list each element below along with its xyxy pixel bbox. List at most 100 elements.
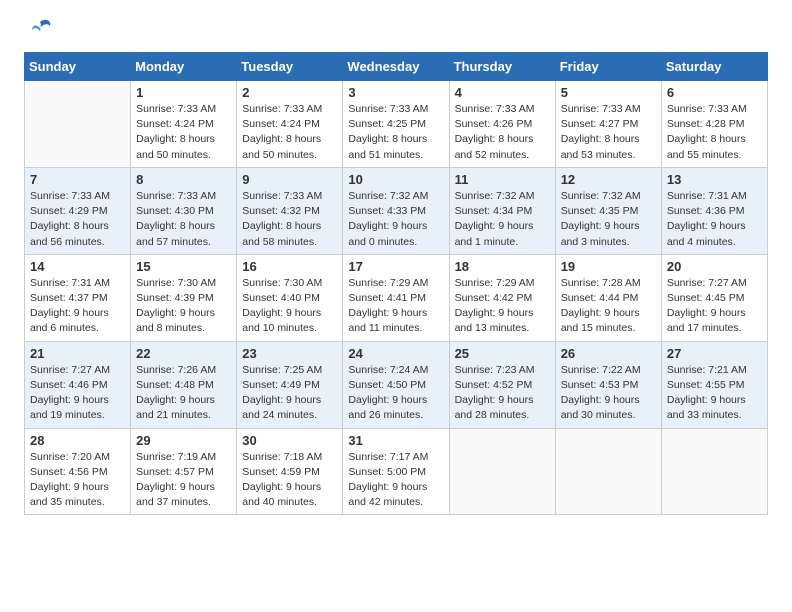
day-info: Sunrise: 7:33 AM Sunset: 4:25 PM Dayligh… <box>348 102 443 163</box>
calendar-cell: 28 Sunrise: 7:20 AM Sunset: 4:56 PM Dayli… <box>25 428 131 515</box>
header-day-thursday: Thursday <box>449 53 555 81</box>
day-info: Sunrise: 7:22 AM Sunset: 4:53 PM Dayligh… <box>561 363 656 424</box>
day-number: 2 <box>242 85 337 100</box>
day-number: 5 <box>561 85 656 100</box>
day-number: 24 <box>348 346 443 361</box>
calendar-cell: 13 Sunrise: 7:31 AM Sunset: 4:36 PM Dayli… <box>661 167 767 254</box>
day-number: 4 <box>455 85 550 100</box>
header-day-saturday: Saturday <box>661 53 767 81</box>
calendar-cell <box>449 428 555 515</box>
day-number: 28 <box>30 433 125 448</box>
calendar-cell: 6 Sunrise: 7:33 AM Sunset: 4:28 PM Daylig… <box>661 81 767 168</box>
day-info: Sunrise: 7:23 AM Sunset: 4:52 PM Dayligh… <box>455 363 550 424</box>
day-info: Sunrise: 7:18 AM Sunset: 4:59 PM Dayligh… <box>242 450 337 511</box>
calendar-table: SundayMondayTuesdayWednesdayThursdayFrid… <box>24 52 768 515</box>
day-number: 3 <box>348 85 443 100</box>
calendar-week-row: 21Sunrise: 7:27 AM Sunset: 4:46 PM Dayli… <box>25 341 768 428</box>
calendar-cell: 12Sunrise: 7:32 AM Sunset: 4:35 PM Dayli… <box>555 167 661 254</box>
day-number: 18 <box>455 259 550 274</box>
calendar-week-row: 1Sunrise: 7:33 AM Sunset: 4:24 PM Daylig… <box>25 81 768 168</box>
day-number: 17 <box>348 259 443 274</box>
calendar-cell: 20 Sunrise: 7:27 AM Sunset: 4:45 PM Dayli… <box>661 254 767 341</box>
calendar-cell: 14 Sunrise: 7:31 AM Sunset: 4:37 PM Dayli… <box>25 254 131 341</box>
day-info: Sunrise: 7:20 AM Sunset: 4:56 PM Dayligh… <box>30 450 125 511</box>
calendar-cell: 5 Sunrise: 7:33 AM Sunset: 4:27 PM Daylig… <box>555 81 661 168</box>
day-number: 22 <box>136 346 231 361</box>
day-info: Sunrise: 7:32 AM Sunset: 4:35 PM Dayligh… <box>561 189 656 250</box>
day-number: 6 <box>667 85 762 100</box>
calendar-cell: 30 Sunrise: 7:18 AM Sunset: 4:59 PM Dayli… <box>237 428 343 515</box>
day-info: Sunrise: 7:30 AM Sunset: 4:39 PM Dayligh… <box>136 276 231 337</box>
day-info: Sunrise: 7:33 AM Sunset: 4:32 PM Dayligh… <box>242 189 337 250</box>
calendar-week-row: 28 Sunrise: 7:20 AM Sunset: 4:56 PM Dayli… <box>25 428 768 515</box>
page-header <box>24 20 768 44</box>
day-info: Sunrise: 7:21 AM Sunset: 4:55 PM Dayligh… <box>667 363 762 424</box>
day-number: 1 <box>136 85 231 100</box>
calendar-cell: 11Sunrise: 7:32 AM Sunset: 4:34 PM Dayli… <box>449 167 555 254</box>
day-number: 27 <box>667 346 762 361</box>
day-info: Sunrise: 7:29 AM Sunset: 4:41 PM Dayligh… <box>348 276 443 337</box>
calendar-cell: 8 Sunrise: 7:33 AM Sunset: 4:30 PM Daylig… <box>131 167 237 254</box>
day-info: Sunrise: 7:33 AM Sunset: 4:28 PM Dayligh… <box>667 102 762 163</box>
calendar-cell: 21Sunrise: 7:27 AM Sunset: 4:46 PM Dayli… <box>25 341 131 428</box>
logo <box>24 20 54 44</box>
header-day-tuesday: Tuesday <box>237 53 343 81</box>
day-number: 20 <box>667 259 762 274</box>
calendar-week-row: 14 Sunrise: 7:31 AM Sunset: 4:37 PM Dayli… <box>25 254 768 341</box>
calendar-cell: 29 Sunrise: 7:19 AM Sunset: 4:57 PM Dayli… <box>131 428 237 515</box>
day-info: Sunrise: 7:31 AM Sunset: 4:37 PM Dayligh… <box>30 276 125 337</box>
calendar-cell: 17 Sunrise: 7:29 AM Sunset: 4:41 PM Dayli… <box>343 254 449 341</box>
calendar-cell <box>25 81 131 168</box>
day-info: Sunrise: 7:33 AM Sunset: 4:26 PM Dayligh… <box>455 102 550 163</box>
day-number: 8 <box>136 172 231 187</box>
calendar-header-row: SundayMondayTuesdayWednesdayThursdayFrid… <box>25 53 768 81</box>
calendar-cell: 2Sunrise: 7:33 AM Sunset: 4:24 PM Daylig… <box>237 81 343 168</box>
calendar-body: 1Sunrise: 7:33 AM Sunset: 4:24 PM Daylig… <box>25 81 768 515</box>
day-info: Sunrise: 7:27 AM Sunset: 4:45 PM Dayligh… <box>667 276 762 337</box>
day-number: 31 <box>348 433 443 448</box>
day-number: 7 <box>30 172 125 187</box>
day-info: Sunrise: 7:33 AM Sunset: 4:30 PM Dayligh… <box>136 189 231 250</box>
day-info: Sunrise: 7:24 AM Sunset: 4:50 PM Dayligh… <box>348 363 443 424</box>
calendar-cell: 27 Sunrise: 7:21 AM Sunset: 4:55 PM Dayli… <box>661 341 767 428</box>
day-info: Sunrise: 7:27 AM Sunset: 4:46 PM Dayligh… <box>30 363 125 424</box>
calendar-cell: 26 Sunrise: 7:22 AM Sunset: 4:53 PM Dayli… <box>555 341 661 428</box>
calendar-cell: 9 Sunrise: 7:33 AM Sunset: 4:32 PM Daylig… <box>237 167 343 254</box>
day-number: 10 <box>348 172 443 187</box>
day-number: 30 <box>242 433 337 448</box>
day-number: 15 <box>136 259 231 274</box>
day-info: Sunrise: 7:25 AM Sunset: 4:49 PM Dayligh… <box>242 363 337 424</box>
header-day-monday: Monday <box>131 53 237 81</box>
calendar-cell <box>661 428 767 515</box>
calendar-cell: 16 Sunrise: 7:30 AM Sunset: 4:40 PM Dayli… <box>237 254 343 341</box>
day-info: Sunrise: 7:30 AM Sunset: 4:40 PM Dayligh… <box>242 276 337 337</box>
calendar-cell: 4 Sunrise: 7:33 AM Sunset: 4:26 PM Daylig… <box>449 81 555 168</box>
calendar-cell: 19Sunrise: 7:28 AM Sunset: 4:44 PM Dayli… <box>555 254 661 341</box>
day-info: Sunrise: 7:19 AM Sunset: 4:57 PM Dayligh… <box>136 450 231 511</box>
header-day-friday: Friday <box>555 53 661 81</box>
day-info: Sunrise: 7:31 AM Sunset: 4:36 PM Dayligh… <box>667 189 762 250</box>
calendar-cell: 23Sunrise: 7:25 AM Sunset: 4:49 PM Dayli… <box>237 341 343 428</box>
calendar-cell: 18 Sunrise: 7:29 AM Sunset: 4:42 PM Dayli… <box>449 254 555 341</box>
day-info: Sunrise: 7:33 AM Sunset: 4:29 PM Dayligh… <box>30 189 125 250</box>
calendar-cell <box>555 428 661 515</box>
day-info: Sunrise: 7:32 AM Sunset: 4:33 PM Dayligh… <box>348 189 443 250</box>
calendar-cell: 25 Sunrise: 7:23 AM Sunset: 4:52 PM Dayli… <box>449 341 555 428</box>
day-number: 16 <box>242 259 337 274</box>
header-day-wednesday: Wednesday <box>343 53 449 81</box>
calendar-cell: 10 Sunrise: 7:32 AM Sunset: 4:33 PM Dayli… <box>343 167 449 254</box>
day-number: 13 <box>667 172 762 187</box>
day-number: 29 <box>136 433 231 448</box>
day-number: 25 <box>455 346 550 361</box>
day-info: Sunrise: 7:29 AM Sunset: 4:42 PM Dayligh… <box>455 276 550 337</box>
day-number: 14 <box>30 259 125 274</box>
calendar-cell: 15 Sunrise: 7:30 AM Sunset: 4:39 PM Dayli… <box>131 254 237 341</box>
calendar-cell: 31Sunrise: 7:17 AM Sunset: 5:00 PM Dayli… <box>343 428 449 515</box>
calendar-cell: 3 Sunrise: 7:33 AM Sunset: 4:25 PM Daylig… <box>343 81 449 168</box>
day-info: Sunrise: 7:32 AM Sunset: 4:34 PM Dayligh… <box>455 189 550 250</box>
day-info: Sunrise: 7:26 AM Sunset: 4:48 PM Dayligh… <box>136 363 231 424</box>
day-number: 9 <box>242 172 337 187</box>
day-number: 26 <box>561 346 656 361</box>
logo-bird-icon <box>26 16 54 44</box>
day-info: Sunrise: 7:33 AM Sunset: 4:27 PM Dayligh… <box>561 102 656 163</box>
